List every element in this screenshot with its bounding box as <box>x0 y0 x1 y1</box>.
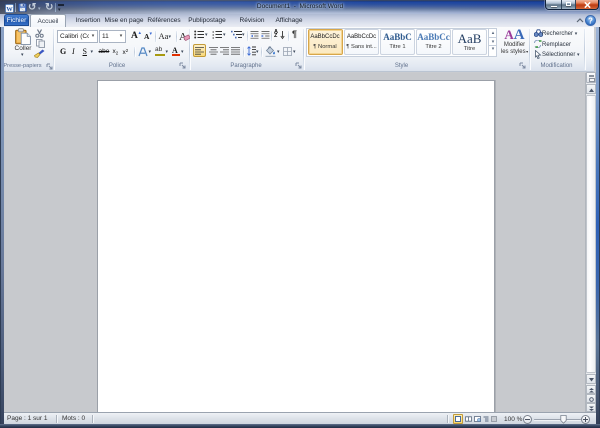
svg-text:W: W <box>6 5 13 12</box>
svg-text:?: ? <box>588 17 593 26</box>
